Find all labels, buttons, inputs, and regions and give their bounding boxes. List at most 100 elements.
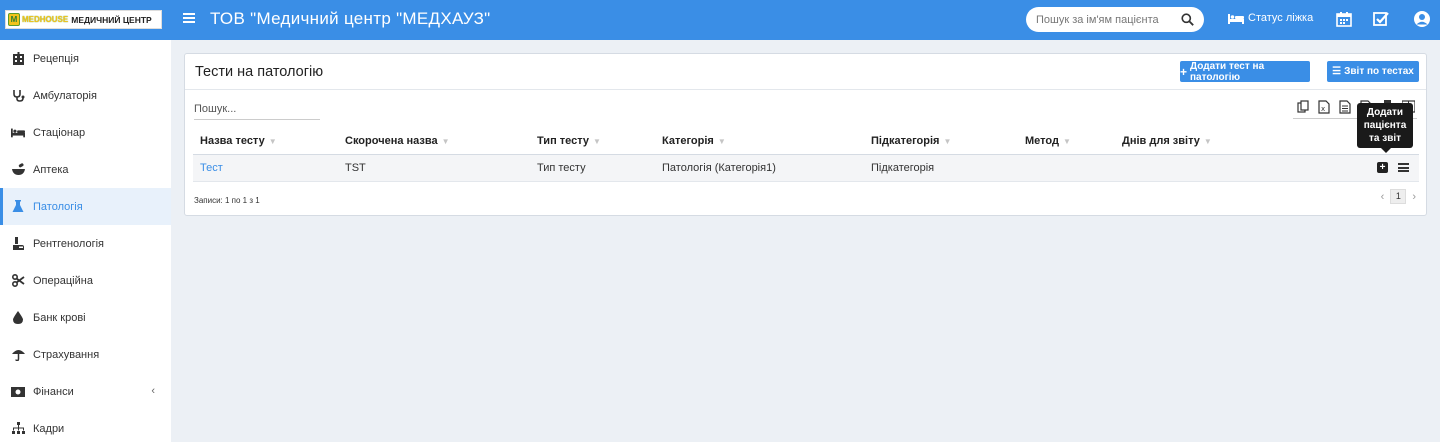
sidebar-item-label: Патологія (33, 200, 83, 213)
tooltip-line: пацієнта (1363, 120, 1407, 131)
sidebar-item-insurance[interactable]: Страхування (0, 336, 171, 373)
sort-icon[interactable]: ▼ (943, 137, 951, 146)
add-pathology-test-button[interactable]: + Додати тест на патологію (1180, 60, 1310, 83)
prev-page-icon[interactable]: ‹ (1381, 191, 1385, 203)
logo-brand: MEDHOUSE (22, 15, 69, 24)
user-avatar-icon[interactable] (1414, 11, 1430, 27)
stethoscope-icon (11, 89, 25, 103)
column-header-subcategory[interactable]: Підкатегорія ▼ (864, 128, 1018, 155)
sidebar-item-hr[interactable]: Кадри (0, 410, 171, 442)
umbrella-icon (11, 348, 25, 362)
cell-test-name[interactable]: Тест (193, 154, 338, 182)
cell-actions: + (1338, 154, 1419, 182)
logo[interactable]: M MEDHOUSE МЕДИЧНИЙ ЦЕНТР (5, 10, 162, 29)
sort-icon[interactable]: ▼ (1204, 137, 1212, 146)
table-header-row: Назва тесту ▼ Скорочена назва ▼ Тип тесту ▼… (193, 128, 1419, 155)
sidebar-item-label: Фінанси (33, 385, 74, 398)
test-name-link[interactable]: Тест (200, 162, 223, 174)
sidebar-item-label: Амбулаторія (33, 89, 97, 102)
next-page-icon[interactable]: › (1412, 191, 1416, 203)
column-header-test-type[interactable]: Тип тесту ▼ (530, 128, 655, 155)
flask-icon (11, 200, 25, 214)
excel-icon[interactable]: x (1318, 100, 1332, 114)
patient-search-input[interactable] (1036, 13, 1176, 26)
sidebar-item-label: Стаціонар (33, 126, 86, 139)
cell-method (1018, 154, 1115, 182)
pathology-tests-table: Назва тесту ▼ Скорочена назва ▼ Тип тесту ▼… (193, 128, 1419, 182)
tests-report-label: Звіт по тестах (1344, 66, 1414, 77)
copy-icon[interactable] (1297, 100, 1311, 114)
sidebar-item-label: Аптека (33, 163, 69, 176)
pagination: ‹ 1 › (1381, 189, 1416, 204)
org-chart-icon (11, 422, 25, 436)
sidebar-item-pharmacy[interactable]: Аптека (0, 151, 171, 188)
sidebar-item-operating[interactable]: Операційна (0, 262, 171, 299)
sidebar-item-blood-bank[interactable]: Банк крові (0, 299, 171, 336)
panel-header: Тести на патологію + Додати тест на пато… (185, 54, 1426, 90)
bed-icon (11, 126, 25, 140)
column-header-test-name[interactable]: Назва тесту ▼ (193, 128, 338, 155)
sidebar-item-radiology[interactable]: Рентгенологія (0, 225, 171, 262)
svg-text:x: x (1321, 105, 1325, 113)
plus-icon: + (1180, 64, 1188, 79)
sidebar-item-outpatient[interactable]: Амбулаторія (0, 77, 171, 114)
sidebar-item-reception[interactable]: Рецепція (0, 40, 171, 77)
records-info: Записи: 1 по 1 з 1 (194, 196, 260, 205)
pill-bowl-icon (11, 163, 25, 177)
chevron-left-icon[interactable]: ‹ (151, 385, 155, 397)
row-menu-icon[interactable] (1398, 162, 1409, 174)
search-icon[interactable] (1181, 13, 1194, 26)
logo-subtitle: МЕДИЧНИЙ ЦЕНТР (71, 14, 152, 25)
bed-icon (1228, 13, 1244, 24)
table-search-input[interactable] (194, 98, 320, 120)
sort-icon[interactable]: ▼ (593, 137, 601, 146)
building-icon (11, 52, 25, 66)
task-check-icon[interactable] (1373, 11, 1389, 27)
sort-icon[interactable]: ▼ (1063, 137, 1071, 146)
tooltip-line: та звіт (1368, 133, 1402, 144)
sidebar-item-label: Банк крові (33, 311, 86, 324)
top-header: M MEDHOUSE МЕДИЧНИЙ ЦЕНТР ТОВ "Медичний … (0, 0, 1440, 40)
sidebar-item-label: Страхування (33, 348, 100, 361)
cell-subcategory: Підкатегорія (864, 154, 1018, 182)
page-title: Тести на патологію (195, 64, 324, 80)
cell-short-name: TST (338, 154, 530, 182)
cell-category: Патологія (Категорія1) (655, 154, 864, 182)
sort-icon[interactable]: ▼ (269, 137, 277, 146)
list-icon: ☰ (1332, 66, 1342, 77)
logo-badge-icon: M (8, 13, 20, 26)
sort-icon[interactable]: ▼ (718, 137, 726, 146)
sidebar-item-label: Рецепція (33, 52, 79, 65)
money-icon (11, 385, 25, 399)
sidebar-item-label: Кадри (33, 422, 65, 435)
pathology-tests-panel: Тести на патологію + Додати тест на пато… (184, 53, 1427, 216)
column-header-short-name[interactable]: Скорочена назва ▼ (338, 128, 530, 155)
patient-search (1026, 7, 1204, 32)
blood-drop-icon (11, 311, 25, 325)
sidebar: Рецепція Амбулаторія Стаціонар Аптека Па… (0, 40, 171, 442)
calendar-icon[interactable] (1336, 11, 1352, 27)
xray-icon (11, 237, 25, 251)
csv-icon[interactable] (1339, 100, 1353, 114)
page-number-button[interactable]: 1 (1390, 189, 1407, 204)
add-patient-report-button[interactable]: + (1377, 162, 1388, 174)
tests-report-button[interactable]: ☰ Звіт по тестах (1327, 61, 1419, 82)
bed-status-label: Статус ліжка (1248, 12, 1314, 24)
app-title: ТОВ "Медичний центр "МЕДХАУЗ" (210, 9, 491, 28)
add-pathology-test-label: Додати тест на патологію (1190, 60, 1265, 83)
sidebar-item-label: Рентгенологія (33, 237, 104, 250)
sort-icon[interactable]: ▼ (442, 137, 450, 146)
sidebar-item-label: Операційна (33, 274, 93, 287)
sidebar-item-inpatient[interactable]: Стаціонар (0, 114, 171, 151)
sidebar-item-pathology[interactable]: Патологія (0, 188, 171, 225)
bed-status-button[interactable]: Статус ліжка (1228, 12, 1313, 24)
menu-toggle-icon[interactable] (183, 13, 195, 25)
cell-report-days (1115, 154, 1338, 182)
column-header-report-days[interactable]: Днів для звіту ▼ (1115, 128, 1338, 155)
sidebar-item-finance[interactable]: Фінанси ‹ (0, 373, 171, 410)
column-header-category[interactable]: Категорія ▼ (655, 128, 864, 155)
cell-test-type: Тип тесту (530, 154, 655, 182)
tooltip-line: Додати (1366, 107, 1404, 118)
column-header-method[interactable]: Метод ▼ (1018, 128, 1115, 155)
scissors-icon (11, 274, 25, 288)
